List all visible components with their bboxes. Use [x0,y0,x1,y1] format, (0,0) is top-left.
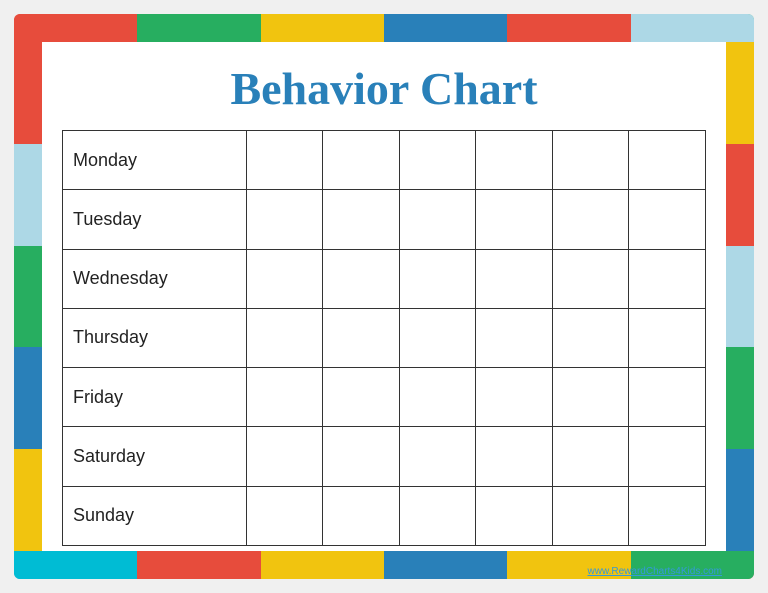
check-cell[interactable] [476,249,553,308]
check-cell[interactable] [323,190,400,249]
check-cell[interactable] [552,131,629,190]
right-strip-2 [726,144,754,246]
check-cell[interactable] [323,368,400,427]
check-cell[interactable] [323,427,400,486]
check-cell[interactable] [399,131,476,190]
check-cell[interactable] [629,368,706,427]
check-cell[interactable] [629,486,706,545]
check-cell[interactable] [629,427,706,486]
top-strip-4 [384,14,507,42]
check-cell[interactable] [323,308,400,367]
top-strip-1 [14,14,137,42]
day-label: Thursday [63,308,247,367]
check-cell[interactable] [552,249,629,308]
table-row: Sunday [63,486,706,545]
check-cell[interactable] [246,486,323,545]
table-row: Thursday [63,308,706,367]
top-strip-5 [507,14,630,42]
day-label: Tuesday [63,190,247,249]
border-right [726,42,754,551]
check-cell[interactable] [246,427,323,486]
day-label: Sunday [63,486,247,545]
left-strip-2 [14,144,42,246]
check-cell[interactable] [629,308,706,367]
check-cell[interactable] [476,427,553,486]
check-cell[interactable] [246,308,323,367]
check-cell[interactable] [552,427,629,486]
check-cell[interactable] [323,131,400,190]
check-cell[interactable] [399,190,476,249]
check-cell[interactable] [476,486,553,545]
check-cell[interactable] [476,308,553,367]
chart-title: Behavior Chart [230,62,537,115]
behavior-table: MondayTuesdayWednesdayThursdayFridaySatu… [62,130,706,546]
check-cell[interactable] [399,308,476,367]
bottom-strip-1 [14,551,137,579]
check-cell[interactable] [552,308,629,367]
border-top [14,14,754,42]
day-label: Monday [63,131,247,190]
check-cell[interactable] [399,427,476,486]
border-left [14,42,42,551]
day-label: Wednesday [63,249,247,308]
check-cell[interactable] [399,486,476,545]
check-cell[interactable] [399,249,476,308]
check-cell[interactable] [246,131,323,190]
table-row: Tuesday [63,190,706,249]
check-cell[interactable] [552,486,629,545]
right-strip-3 [726,246,754,348]
check-cell[interactable] [629,131,706,190]
content-area: Behavior Chart MondayTuesdayWednesdayThu… [42,42,726,551]
check-cell[interactable] [552,190,629,249]
top-strip-6 [631,14,754,42]
check-cell[interactable] [476,131,553,190]
table-row: Friday [63,368,706,427]
check-cell[interactable] [399,368,476,427]
left-strip-3 [14,246,42,348]
left-strip-5 [14,449,42,551]
table-row: Monday [63,131,706,190]
check-cell[interactable] [246,249,323,308]
table-row: Saturday [63,427,706,486]
day-label: Friday [63,368,247,427]
top-strip-3 [261,14,384,42]
bottom-strip-2 [137,551,260,579]
bottom-strip-3 [261,551,384,579]
left-strip-4 [14,347,42,449]
right-strip-5 [726,449,754,551]
check-cell[interactable] [476,190,553,249]
check-cell[interactable] [476,368,553,427]
check-cell[interactable] [323,486,400,545]
top-strip-2 [137,14,260,42]
check-cell[interactable] [629,190,706,249]
bottom-strip-4 [384,551,507,579]
page-wrapper: Behavior Chart MondayTuesdayWednesdayThu… [14,14,754,579]
day-label: Saturday [63,427,247,486]
left-strip-1 [14,42,42,144]
check-cell[interactable] [629,249,706,308]
right-strip-1 [726,42,754,144]
table-row: Wednesday [63,249,706,308]
check-cell[interactable] [323,249,400,308]
check-cell[interactable] [246,190,323,249]
check-cell[interactable] [552,368,629,427]
right-strip-4 [726,347,754,449]
watermark: www.RewardCharts4Kids.com [588,566,723,577]
check-cell[interactable] [246,368,323,427]
